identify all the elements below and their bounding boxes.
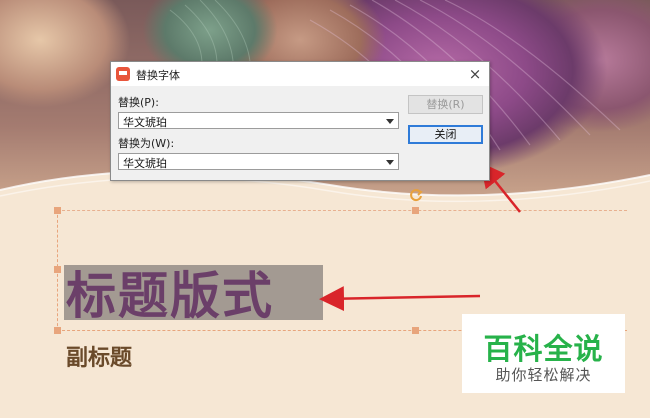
resize-handle-bottom-left[interactable]: [54, 327, 61, 334]
replace-with-label: 替换为(W):: [118, 137, 175, 150]
slide-subtitle-text[interactable]: 副标题: [66, 340, 132, 372]
slide-title-text[interactable]: 标题版式: [66, 256, 274, 328]
wps-presentation-icon: [116, 67, 130, 81]
close-icon[interactable]: ×: [461, 62, 489, 86]
watermark-sub-text: 助你轻松解决: [495, 366, 592, 384]
replace-font-select[interactable]: 华文琥珀: [118, 112, 399, 129]
chevron-down-icon: [386, 119, 394, 124]
replace-with-font-select[interactable]: 华文琥珀: [118, 153, 399, 170]
replace-with-font-value: 华文琥珀: [123, 157, 167, 170]
dialog-title: 替换字体: [136, 69, 180, 82]
replace-label: 替换(P):: [118, 96, 159, 109]
replace-font-dialog: 替换字体 × 替换(P): 华文琥珀 替换为(W): 华文琥珀 替换(R) 关闭: [110, 61, 490, 181]
close-button[interactable]: 关闭: [408, 125, 483, 144]
replace-button[interactable]: 替换(R): [408, 95, 483, 114]
dialog-titlebar[interactable]: 替换字体 ×: [111, 62, 489, 86]
resize-handle-bottom-middle[interactable]: [412, 327, 419, 334]
resize-handle-top-middle[interactable]: [412, 207, 419, 214]
watermark-logo: 百科全说 助你轻松解决: [462, 314, 625, 393]
resize-handle-top-left[interactable]: [54, 207, 61, 214]
replace-font-value: 华文琥珀: [123, 116, 167, 129]
chevron-down-icon: [386, 160, 394, 165]
watermark-main-text: 百科全说: [483, 332, 604, 366]
resize-handle-middle-left[interactable]: [54, 266, 61, 273]
rotate-handle-icon[interactable]: [408, 187, 424, 203]
